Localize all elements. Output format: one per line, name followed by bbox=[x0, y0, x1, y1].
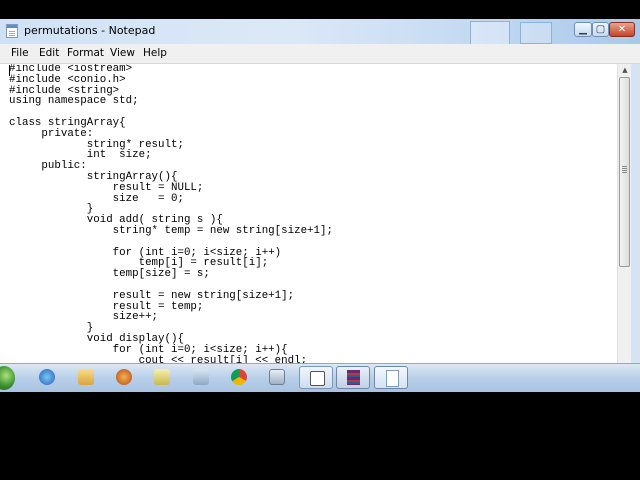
file-explorer-icon[interactable] bbox=[78, 369, 94, 385]
editor-text[interactable]: #include <iostream> #include <conio.h> #… bbox=[9, 64, 333, 363]
internet-explorer-icon[interactable] bbox=[39, 369, 55, 385]
app-icon[interactable] bbox=[154, 369, 170, 385]
menu-help[interactable]: Help bbox=[143, 47, 167, 60]
title-bar-background-reflection bbox=[520, 22, 552, 44]
minimize-button[interactable]: ▁ bbox=[574, 22, 592, 37]
close-button[interactable]: ✕ bbox=[609, 22, 635, 37]
app-icon[interactable] bbox=[193, 369, 209, 385]
taskbar-button-app[interactable] bbox=[299, 366, 333, 389]
text-editor-area[interactable]: #include <iostream> #include <conio.h> #… bbox=[2, 64, 617, 363]
text-caret bbox=[9, 65, 10, 76]
window-title: permutations - Notepad bbox=[24, 24, 156, 37]
scroll-up-arrow-icon[interactable]: ▲ bbox=[618, 64, 632, 76]
chrome-icon[interactable] bbox=[231, 369, 247, 385]
vertical-scrollbar[interactable]: ▲ bbox=[617, 64, 632, 363]
menu-file[interactable]: File bbox=[11, 47, 29, 60]
taskbar bbox=[0, 363, 640, 392]
notepad-window: permutations - Notepad ▁ ▢ ✕ File Edit F… bbox=[0, 19, 640, 363]
title-bar[interactable]: permutations - Notepad ▁ ▢ ✕ bbox=[0, 19, 640, 45]
winrar-icon bbox=[347, 370, 360, 385]
scrollbar-grip-icon bbox=[622, 166, 627, 173]
taskbar-button-winrar[interactable] bbox=[336, 366, 370, 389]
taskbar-button-notepad[interactable] bbox=[374, 366, 408, 389]
start-orb-icon[interactable] bbox=[0, 366, 15, 390]
notepad-icon bbox=[386, 370, 399, 387]
menu-edit[interactable]: Edit bbox=[39, 47, 59, 60]
menu-format[interactable]: Format bbox=[67, 47, 104, 60]
window-border[interactable] bbox=[631, 64, 640, 363]
scrollbar-thumb[interactable] bbox=[619, 77, 630, 267]
app-icon[interactable] bbox=[269, 369, 285, 385]
title-bar-background-reflection bbox=[470, 21, 510, 45]
menu-view[interactable]: View bbox=[110, 47, 135, 60]
menu-bar: File Edit Format View Help bbox=[0, 44, 640, 64]
notepad-icon[interactable] bbox=[6, 24, 18, 38]
app-icon bbox=[310, 371, 325, 386]
maximize-button[interactable]: ▢ bbox=[592, 22, 609, 37]
media-player-icon[interactable] bbox=[116, 369, 132, 385]
